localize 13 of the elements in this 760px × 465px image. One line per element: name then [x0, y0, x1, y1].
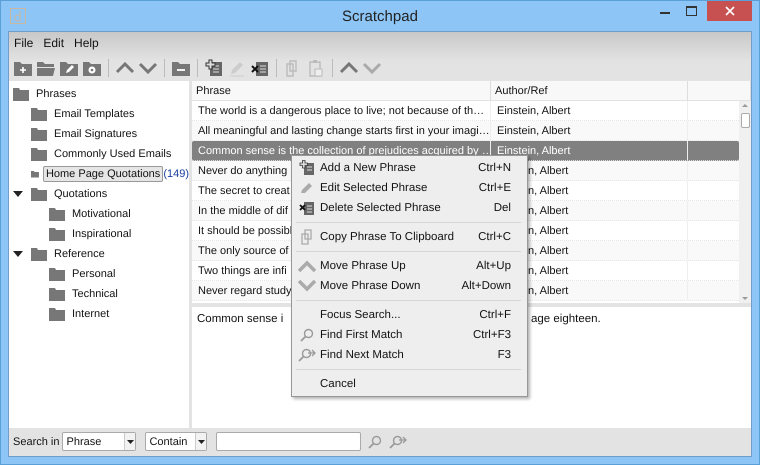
- table-cell: All meaningful and lasting change starts first in your imagi…: [192, 121, 491, 140]
- window-title: Scratchpad: [342, 8, 418, 24]
- shortcut-text: Ctrl+F: [479, 309, 511, 321]
- search-in-label: Search in: [13, 436, 60, 448]
- item-count: (149): [163, 168, 189, 180]
- shortcut-text: F3: [498, 349, 511, 361]
- shortcut-text: Del: [494, 202, 511, 214]
- shortcut-text: Ctrl+F3: [472, 329, 511, 341]
- phrase-text: age eighteen.: [531, 313, 601, 325]
- table-cell: The world is a dangerous place to live; not because of th…: [192, 101, 491, 120]
- table-cell: Einstein, Albert: [491, 101, 688, 120]
- phrase-text: Common sense i: [197, 313, 284, 325]
- table-cell: Einstein, Albert: [491, 121, 688, 140]
